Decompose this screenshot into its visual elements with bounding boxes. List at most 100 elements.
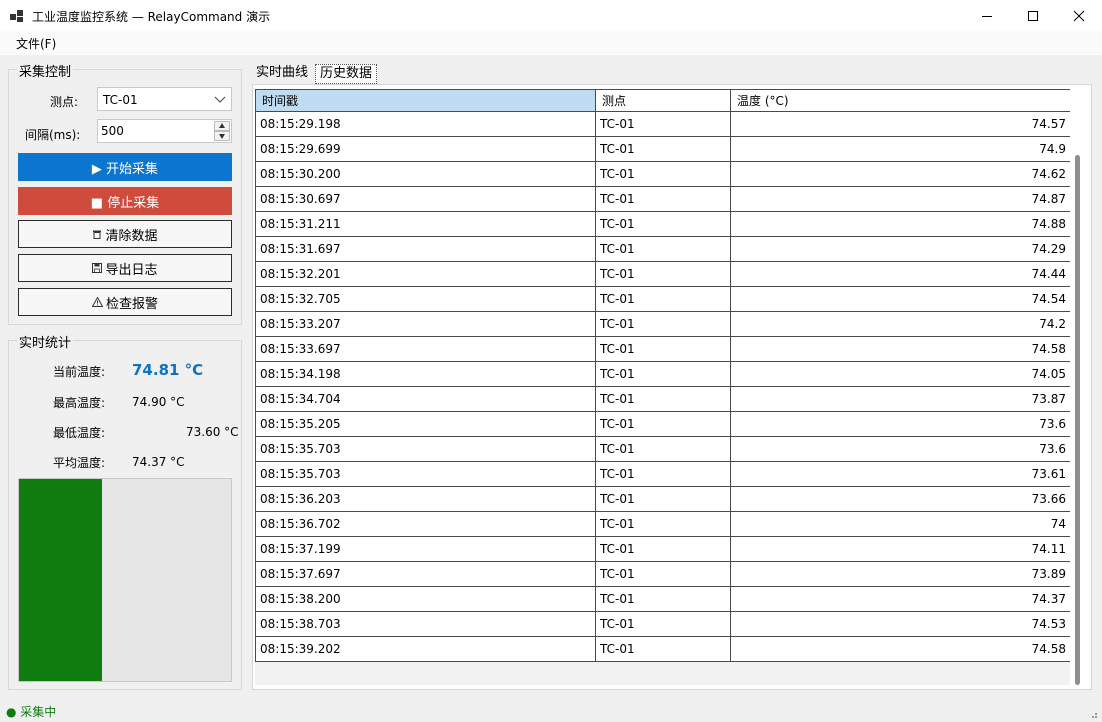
- interval-spinbox[interactable]: 500: [97, 119, 232, 143]
- grid-vertical-scrollbar[interactable]: [1075, 155, 1080, 685]
- cell-timestamp: 08:15:36.203: [255, 486, 596, 512]
- cell-timestamp: 08:15:39.202: [255, 636, 596, 662]
- avg-temp-value: 74.37 °C: [132, 455, 185, 469]
- table-body: 08:15:29.198 TC-01 74.57 08:15:29.699 TC-01 7…: [255, 111, 1070, 662]
- current-temp-value: 74.81 °C: [132, 361, 204, 379]
- column-header-temperature[interactable]: 温度 (°C): [730, 89, 1070, 112]
- cell-temperature: 73.6: [730, 436, 1070, 462]
- cell-point: TC-01: [595, 261, 731, 287]
- min-temp-value: 73.60 °C: [186, 425, 239, 439]
- cell-timestamp: 08:15:38.703: [255, 611, 596, 637]
- table-row[interactable]: 08:15:37.199 TC-01 74.11: [255, 536, 1070, 562]
- control-group-title: 采集控制: [17, 61, 74, 80]
- interval-value: 500: [101, 124, 124, 138]
- point-label: 测点:: [50, 95, 79, 109]
- point-combobox-value: TC-01: [103, 93, 138, 107]
- cell-point: TC-01: [595, 461, 731, 487]
- table-row[interactable]: 08:15:30.200 TC-01 74.62: [255, 161, 1070, 187]
- current-temp-label: 当前温度:: [53, 365, 106, 379]
- clear-data-button[interactable]: 清除数据: [18, 220, 232, 248]
- cell-timestamp: 08:15:29.198: [255, 111, 596, 137]
- table-row[interactable]: 08:15:36.203 TC-01 73.66: [255, 486, 1070, 512]
- status-bar: ● 采集中: [0, 699, 1102, 722]
- cell-timestamp: 08:15:30.200: [255, 161, 596, 187]
- table-row[interactable]: 08:15:32.705 TC-01 74.54: [255, 286, 1070, 312]
- close-icon: [1073, 10, 1085, 21]
- arrow-down-icon: [219, 134, 225, 139]
- cell-temperature: 74.53: [730, 611, 1070, 637]
- table-row[interactable]: 08:15:38.703 TC-01 74.53: [255, 611, 1070, 637]
- stats-group-title: 实时统计: [17, 332, 74, 351]
- minimize-button[interactable]: [964, 0, 1010, 31]
- table-row[interactable]: 08:15:33.207 TC-01 74.2: [255, 311, 1070, 337]
- cell-point: TC-01: [595, 636, 731, 662]
- cell-temperature: 73.61: [730, 461, 1070, 487]
- table-row[interactable]: 08:15:39.202 TC-01 74.58: [255, 636, 1070, 662]
- point-combobox[interactable]: TC-01: [97, 87, 232, 111]
- cell-point: TC-01: [595, 536, 731, 562]
- temperature-level-bar: [18, 478, 232, 682]
- cell-temperature: 74.37: [730, 586, 1070, 612]
- stop-button[interactable]: ■ 停止采集: [18, 187, 232, 215]
- menu-file[interactable]: 文件(F): [16, 35, 56, 52]
- table-row[interactable]: 08:15:35.703 TC-01 73.61: [255, 461, 1070, 487]
- cell-temperature: 74.87: [730, 186, 1070, 212]
- table-row[interactable]: 08:15:34.704 TC-01 73.87: [255, 386, 1070, 412]
- close-button[interactable]: [1056, 0, 1102, 31]
- cell-temperature: 74.58: [730, 636, 1070, 662]
- spin-up-button[interactable]: [214, 121, 230, 131]
- cell-point: TC-01: [595, 161, 731, 187]
- start-button[interactable]: ▶ 开始采集: [18, 153, 232, 181]
- cell-point: TC-01: [595, 411, 731, 437]
- cell-temperature: 74.11: [730, 536, 1070, 562]
- cell-point: TC-01: [595, 436, 731, 462]
- cell-timestamp: 08:15:31.211: [255, 211, 596, 237]
- cell-point: TC-01: [595, 336, 731, 362]
- table-row[interactable]: 08:15:35.703 TC-01 73.6: [255, 436, 1070, 462]
- spin-down-button[interactable]: [214, 131, 230, 141]
- table-row[interactable]: 08:15:37.697 TC-01 73.89: [255, 561, 1070, 587]
- interval-stepper: [214, 121, 230, 141]
- cell-point: TC-01: [595, 486, 731, 512]
- table-row[interactable]: 08:15:33.697 TC-01 74.58: [255, 336, 1070, 362]
- cell-timestamp: 08:15:34.704: [255, 386, 596, 412]
- table-row[interactable]: 08:15:30.697 TC-01 74.87: [255, 186, 1070, 212]
- chevron-down-icon: [214, 96, 226, 103]
- cell-temperature: 74: [730, 511, 1070, 537]
- cell-temperature: 73.6: [730, 411, 1070, 437]
- table-row[interactable]: 08:15:31.697 TC-01 74.29: [255, 236, 1070, 262]
- table-row[interactable]: 08:15:35.205 TC-01 73.6: [255, 411, 1070, 437]
- tab-realtime-chart[interactable]: 实时曲线: [252, 64, 312, 84]
- cell-timestamp: 08:15:35.703: [255, 461, 596, 487]
- cell-temperature: 74.54: [730, 286, 1070, 312]
- cell-point: TC-01: [595, 511, 731, 537]
- check-alarm-label: 检查报警: [105, 296, 158, 312]
- resize-grip-icon[interactable]: [1088, 709, 1098, 719]
- table-header-row: 时间戳 测点 温度 (°C): [255, 89, 1070, 112]
- column-header-timestamp[interactable]: 时间戳: [255, 89, 596, 112]
- cell-temperature: 74.9: [730, 136, 1070, 162]
- history-data-grid[interactable]: 时间戳 测点 温度 (°C) 08:15:29.198 TC-01 74.57 08:…: [255, 89, 1070, 685]
- tab-history-data[interactable]: 历史数据: [315, 64, 378, 84]
- cell-temperature: 74.05: [730, 361, 1070, 387]
- maximize-button[interactable]: [1010, 0, 1056, 31]
- cell-point: TC-01: [595, 186, 731, 212]
- export-log-button[interactable]: 导出日志: [18, 254, 232, 282]
- table-row[interactable]: 08:15:29.198 TC-01 74.57: [255, 111, 1070, 137]
- interval-label: 间隔(ms):: [25, 128, 81, 142]
- table-row[interactable]: 08:15:36.702 TC-01 74: [255, 511, 1070, 537]
- column-header-point[interactable]: 测点: [595, 89, 731, 112]
- cell-point: TC-01: [595, 211, 731, 237]
- maximize-icon: [1028, 10, 1038, 21]
- table-row[interactable]: 08:15:31.211 TC-01 74.88: [255, 211, 1070, 237]
- table-row[interactable]: 08:15:34.198 TC-01 74.05: [255, 361, 1070, 387]
- cell-point: TC-01: [595, 111, 731, 137]
- cell-temperature: 73.89: [730, 561, 1070, 587]
- table-row[interactable]: 08:15:38.200 TC-01 74.37: [255, 586, 1070, 612]
- check-alarm-button[interactable]: 检查报警: [18, 288, 232, 316]
- table-row[interactable]: 08:15:32.201 TC-01 74.44: [255, 261, 1070, 287]
- table-row[interactable]: 08:15:29.699 TC-01 74.9: [255, 136, 1070, 162]
- cell-point: TC-01: [595, 561, 731, 587]
- stop-button-label: ■ 停止采集: [90, 195, 160, 211]
- cell-timestamp: 08:15:31.697: [255, 236, 596, 262]
